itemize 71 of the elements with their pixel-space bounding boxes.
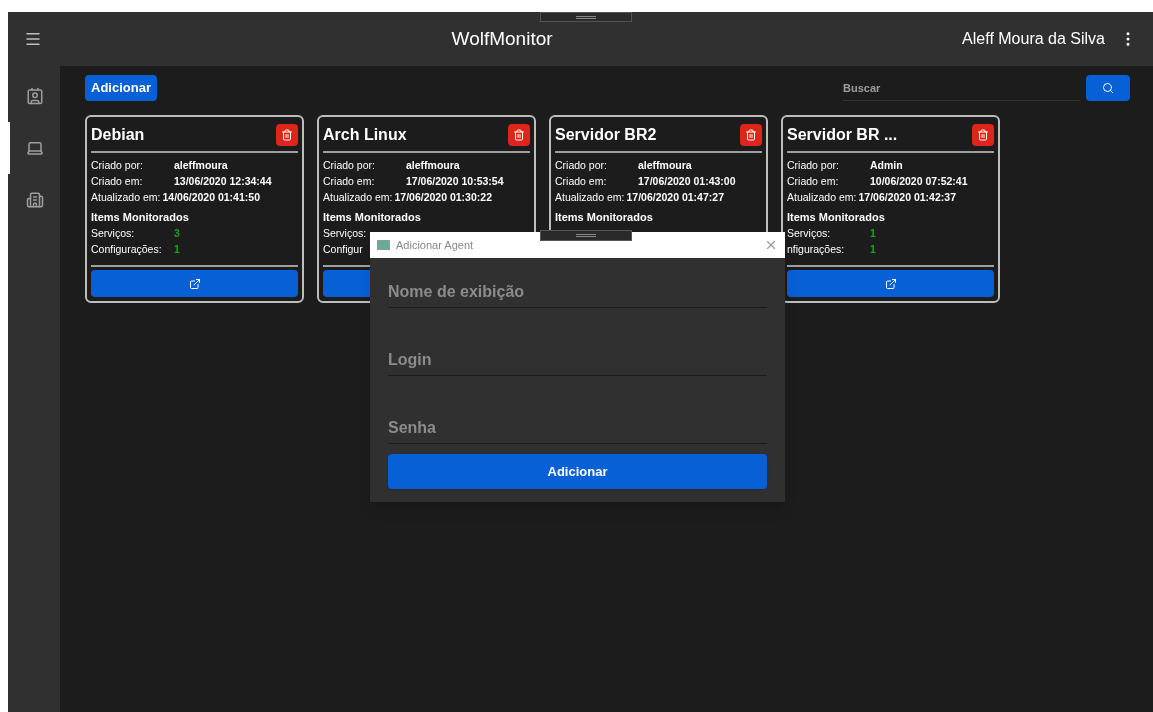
field-label: Criado por: [323,158,376,173]
field-value: 1 [174,242,180,257]
field-label: Criado em: [91,174,144,189]
user-name[interactable]: Aleff Moura da Silva [962,27,1105,51]
section-title: Items Monitorados [555,210,654,225]
field-value: 17/06/2020 01:43:00 [638,174,736,189]
card-title: Servidor BR2 [555,125,657,145]
card-title: Arch Linux [323,125,407,145]
field-label: Criado por: [787,158,840,173]
field-label: Criado por: [555,158,608,173]
field-value: 13/06/2020 12:34:44 [174,174,272,189]
field-label: Atualizado em: [323,190,393,205]
field-label: Serviços: [323,226,367,241]
section-title: Items Monitorados [323,210,422,225]
delete-button[interactable] [740,124,762,146]
field-value: aleffmoura [406,158,460,173]
field-label: Atualizado em: [91,190,161,205]
close-icon[interactable] [764,238,778,252]
trash-icon [977,129,989,141]
menu-icon[interactable] [24,30,42,48]
contact-icon [26,87,44,105]
text-field[interactable]: Senha [388,412,767,444]
building-icon [26,191,44,209]
card-title: Debian [91,125,145,145]
drag-handle[interactable] [540,230,632,241]
text-field[interactable]: Login [388,344,767,376]
trash-icon [513,129,525,141]
dialog-title: Adicionar Agent [396,237,474,253]
field-value: aleffmoura [174,158,228,173]
field-value: Admin [870,158,903,173]
trash-icon [281,129,293,141]
submit-button[interactable]: Adicionar [388,454,767,489]
search-icon [1102,82,1114,94]
field-value: 1 [870,242,876,257]
section-title: Items Monitorados [91,210,190,225]
search-field[interactable]: Buscar [843,75,1080,101]
delete-button[interactable] [508,124,530,146]
drag-handle[interactable] [540,12,632,22]
field-label: Configur [323,242,363,257]
field-label: Serviços: [91,226,136,241]
add-button[interactable]: Adicionar [85,75,157,101]
field-label: Criado em: [323,174,376,189]
field-label: Criado em: [555,174,608,189]
field-value: 14/06/2020 01:41:50 [162,190,260,205]
open-icon [884,277,897,290]
field-value: 17/06/2020 10:53:54 [406,174,504,189]
field-label: Configurações: [91,242,163,257]
field-label: nfigurações: [787,242,846,257]
field-label: Criado em: [787,174,840,189]
field-value: 17/06/2020 01:42:37 [858,190,956,205]
field-label: Atualizado em: [787,190,857,205]
delete-button[interactable] [972,124,994,146]
trash-icon [745,129,757,141]
field-label: Criado por: [91,158,144,173]
laptop-icon [26,139,44,157]
text-field[interactable]: Nome de exibição [388,276,767,308]
field-value: aleffmoura [638,158,692,173]
section-title: Items Monitorados [787,210,886,225]
window-icon [377,240,390,250]
field-value: 10/06/2020 07:52:41 [870,174,968,189]
field-value: 1 [870,226,876,241]
field-value: 17/06/2020 01:47:27 [626,190,724,205]
field-value: 3 [174,226,180,241]
field-value: 17/06/2020 01:30:22 [394,190,492,205]
field-label: Serviços: [787,226,832,241]
search-button[interactable] [1086,75,1130,101]
app-title: WolfMonitor [450,26,554,51]
field-label: Atualizado em: [555,190,625,205]
delete-button[interactable] [276,124,298,146]
card-title: Servidor BR ... [787,125,898,145]
open-icon [188,277,201,290]
